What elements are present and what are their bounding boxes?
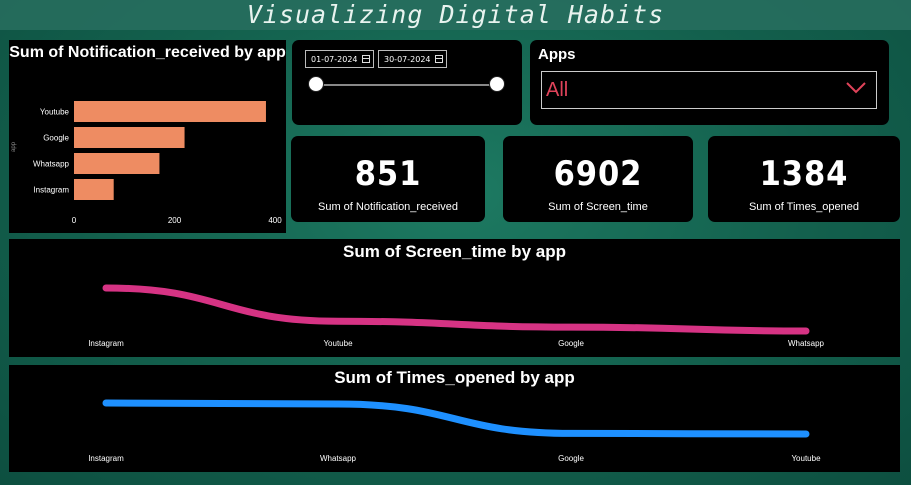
kpi-card-times-opened[interactable]: 1384 Sum of Times_opened xyxy=(708,136,900,222)
kpi-value: 1384 xyxy=(759,154,849,194)
kpi-label: Sum of Times_opened xyxy=(748,201,860,213)
x-tick-label: Google xyxy=(558,454,584,463)
apps-slicer-label: Apps xyxy=(538,46,576,63)
bar-category-label: Youtube xyxy=(40,108,70,117)
screen-time-line-svg: Instagram Youtube Google Whatsapp xyxy=(88,284,825,348)
calendar-icon[interactable] xyxy=(362,55,370,63)
x-tick-label: 400 xyxy=(268,216,282,225)
bar[interactable] xyxy=(74,179,114,200)
bar-category-label: Google xyxy=(43,134,69,143)
date-slider-end-handle[interactable] xyxy=(489,76,505,92)
bar-category-label: Instagram xyxy=(33,186,69,195)
dashboard-title: Visualizing Digital Habits xyxy=(0,0,911,30)
bar[interactable] xyxy=(74,127,185,148)
x-tick-label: Youtube xyxy=(791,454,821,463)
bar[interactable] xyxy=(74,153,160,174)
x-tick-label: Whatsapp xyxy=(788,339,825,348)
kpi-value: 6902 xyxy=(553,154,643,194)
calendar-icon[interactable] xyxy=(435,55,443,63)
kpi-value: 851 xyxy=(354,154,422,194)
x-tick-label: 200 xyxy=(168,216,182,225)
x-tick-label: Whatsapp xyxy=(320,454,357,463)
date-slider-track[interactable] xyxy=(316,84,498,86)
x-tick-label: Youtube xyxy=(323,339,353,348)
kpi-label: Sum of Notification_received xyxy=(317,201,458,213)
kpi-label: Sum of Screen_time xyxy=(548,201,648,213)
kpi-card-notifications[interactable]: 851 Sum of Notification_received xyxy=(291,136,485,222)
screen-time-line-chart[interactable]: Sum of Screen_time by app Instagram Youtu… xyxy=(9,239,900,357)
bar[interactable] xyxy=(74,101,266,122)
end-date-value: 30-07-2024 xyxy=(384,55,431,64)
chevron-down-icon[interactable] xyxy=(846,81,866,95)
notifications-bar-svg: app Youtube Google Whatsapp Instagram 0 200 40… xyxy=(11,101,282,225)
apps-dropdown-value: All xyxy=(546,79,569,101)
start-date-field[interactable]: 01-07-2024 xyxy=(305,50,374,68)
x-tick-label: Instagram xyxy=(88,454,124,463)
bar-category-label: Whatsapp xyxy=(33,160,70,169)
date-slider-start-handle[interactable] xyxy=(308,76,324,92)
notifications-bar-chart[interactable]: Sum of Notification_received by app app … xyxy=(9,40,286,233)
series-line[interactable] xyxy=(102,399,810,438)
start-date-value: 01-07-2024 xyxy=(311,55,358,64)
x-tick-label: 0 xyxy=(72,216,77,225)
bar-axis-label: app xyxy=(11,141,17,152)
times-opened-line-chart[interactable]: Sum of Times_opened by app Instagram What… xyxy=(9,365,900,472)
apps-slicer[interactable]: Apps All xyxy=(530,40,889,125)
series-line[interactable] xyxy=(102,284,810,335)
end-date-field[interactable]: 30-07-2024 xyxy=(378,50,447,68)
date-range-slicer[interactable]: 01-07-2024 30-07-2024 xyxy=(292,40,522,125)
x-tick-label: Instagram xyxy=(88,339,124,348)
times-opened-line-svg: Instagram Whatsapp Google Youtube xyxy=(88,399,821,463)
x-tick-label: Google xyxy=(558,339,584,348)
kpi-card-screen-time[interactable]: 6902 Sum of Screen_time xyxy=(503,136,693,222)
apps-dropdown[interactable]: All xyxy=(541,71,877,109)
